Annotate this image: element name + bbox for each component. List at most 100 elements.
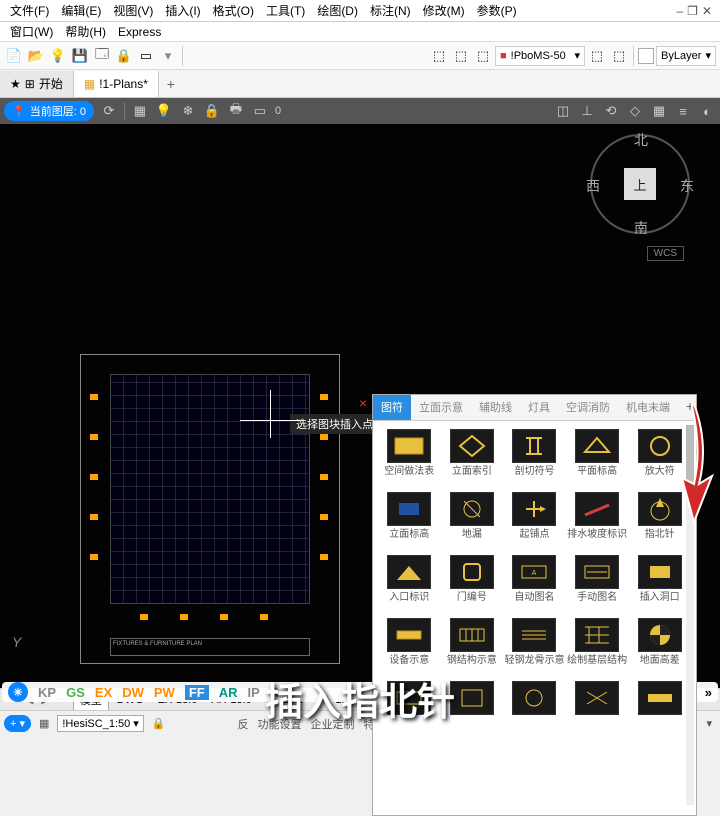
gear-icon[interactable]: ✳ (8, 682, 28, 702)
snap-icon[interactable]: ◫ (554, 102, 572, 120)
lineweight-icon[interactable]: ≡ (674, 102, 692, 120)
lock-icon[interactable]: 🔒 (114, 46, 134, 66)
symbol-item[interactable]: 剖切符号 (504, 429, 565, 488)
symbol-item[interactable]: 设备示意 (379, 618, 440, 677)
symbol-item[interactable]: 钢结构示意 (442, 618, 503, 677)
bylayer-select[interactable]: ByLayer▾ (656, 46, 716, 66)
symbol-item[interactable]: A自动图名 (504, 555, 565, 614)
status-btn[interactable]: 企业定制 (307, 714, 359, 734)
menu-draw[interactable]: 绘图(D) (311, 2, 364, 19)
symbol-item[interactable]: 绘制基层结构 (567, 618, 628, 677)
panel-scrollbar[interactable] (686, 425, 694, 805)
kw-ar[interactable]: AR (219, 685, 238, 700)
viewcube-north[interactable]: 北 (634, 130, 648, 150)
kw-pw[interactable]: PW (154, 685, 175, 700)
menu-dim[interactable]: 标注(N) (364, 2, 417, 19)
menu-tools[interactable]: 工具(T) (260, 2, 311, 19)
kw-ip[interactable]: IP (248, 685, 260, 700)
symbol-item[interactable]: 立面标高 (379, 492, 440, 551)
layer-match-icon[interactable]: ⬚ (587, 46, 607, 66)
lock-icon[interactable]: 🔒 (148, 715, 170, 732)
menu-window[interactable]: 窗口(W) (4, 23, 59, 40)
menu-file[interactable]: 文件(F) (4, 2, 55, 19)
save-icon[interactable]: 💾 (70, 46, 90, 66)
bulb-icon[interactable]: 💡 (155, 102, 173, 120)
tab-plans[interactable]: ▦ !1-Plans* (74, 71, 159, 97)
new-icon[interactable]: 📄 (4, 46, 24, 66)
open-icon[interactable]: 📂 (26, 46, 46, 66)
minimize-icon[interactable]: – (676, 4, 683, 18)
status-mode-pill[interactable]: + ▾ (4, 715, 31, 732)
symbol-item[interactable]: 门编号 (442, 555, 503, 614)
bulb-icon[interactable]: 💡 (48, 46, 68, 66)
menu-express[interactable]: Express (112, 25, 167, 39)
polar-icon[interactable]: ⟲ (602, 102, 620, 120)
menu-param[interactable]: 参数(P) (471, 2, 523, 19)
symbol-item[interactable] (379, 681, 440, 740)
panel-tab-elevation[interactable]: 立面示意 (411, 395, 471, 420)
status-btn[interactable]: 功能设置 (254, 714, 306, 734)
symbol-item[interactable] (629, 681, 690, 740)
symbol-item[interactable]: 轻钢龙骨示意 (504, 618, 565, 677)
lock-icon[interactable]: 🔒 (203, 102, 221, 120)
layers-icon[interactable]: ⬚ (429, 46, 449, 66)
rect-icon[interactable]: ▭ (136, 46, 156, 66)
panel-tab-hvac[interactable]: 空调消防 (558, 395, 618, 420)
symbol-item[interactable]: 地面高差 (629, 618, 690, 677)
close-icon[interactable]: ✕ (702, 4, 712, 18)
kw-kp[interactable]: KP (38, 685, 56, 700)
chevron-down-icon[interactable]: ▾ (702, 715, 716, 732)
symbol-item[interactable]: 空间做法表 (379, 429, 440, 488)
tab-add-button[interactable]: + (159, 76, 183, 92)
menu-format[interactable]: 格式(O) (207, 2, 260, 19)
status-cursor-icon[interactable]: ▦ (35, 715, 53, 732)
symbol-item[interactable]: 放大符 (629, 429, 690, 488)
freeze-icon[interactable]: ❄ (179, 102, 197, 120)
kw-dw[interactable]: DW (122, 685, 144, 700)
kw-ff[interactable]: FF (185, 685, 209, 700)
restore-icon[interactable]: ❐ (687, 4, 698, 18)
layeriso-icon[interactable]: ⬚ (451, 46, 471, 66)
symbol-item[interactable]: 平面标高 (567, 429, 628, 488)
refresh-icon[interactable]: ⟳ (100, 102, 118, 120)
ortho-icon[interactable]: ⊥ (578, 102, 596, 120)
panel-tab-lighting[interactable]: 灯具 (520, 395, 558, 420)
model-viewport[interactable]: 上 北 南 东 西 WCS FIXTURES & FURNITURE PLAN … (0, 124, 720, 688)
viewcube-south[interactable]: 南 (634, 218, 648, 238)
print-icon[interactable]: 🗔 (92, 46, 112, 66)
menu-insert[interactable]: 插入(I) (159, 2, 206, 19)
chevron-down-icon[interactable]: ▾ (158, 46, 178, 66)
viewcube-west[interactable]: 西 (586, 176, 600, 196)
symbol-item[interactable]: 地漏 (442, 492, 503, 551)
symbol-item[interactable]: 排水坡度标识 (567, 492, 628, 551)
wcs-badge[interactable]: WCS (647, 246, 684, 261)
grid-icon[interactable]: ▦ (131, 102, 149, 120)
panel-tab-add[interactable]: + (686, 398, 694, 414)
symbol-item[interactable]: 入口标识 (379, 555, 440, 614)
plot-icon[interactable]: 🖶 (227, 102, 245, 120)
menu-edit[interactable]: 编辑(E) (55, 2, 107, 19)
rect-icon[interactable]: ▭ (251, 102, 269, 120)
symbol-item[interactable]: 立面索引 (442, 429, 503, 488)
tab-start[interactable]: ★ ⊞ 开始 (0, 71, 74, 97)
layer-filter-icon[interactable]: ⬚ (609, 46, 629, 66)
panel-close-icon[interactable]: × (359, 395, 367, 411)
layer-combo[interactable]: ■ !PboMS-50 ▾ (495, 46, 585, 66)
menu-help[interactable]: 帮助(H) (59, 23, 112, 40)
osnap-icon[interactable]: ◇ (626, 102, 644, 120)
kw-gs[interactable]: GS (66, 685, 85, 700)
panel-tab-symbols[interactable]: 图符 (373, 395, 411, 420)
symbol-item[interactable]: 手动图名 (567, 555, 628, 614)
symbol-item[interactable]: 指北针 (629, 492, 690, 551)
transparency-icon[interactable]: ◐ (698, 102, 716, 120)
symbol-item[interactable]: 起铺点 (504, 492, 565, 551)
symbol-item[interactable]: 插入洞口 (629, 555, 690, 614)
symbol-item[interactable] (442, 681, 503, 740)
panel-tab-guides[interactable]: 辅助线 (471, 395, 520, 420)
panel-tab-mep[interactable]: 机电末端 (618, 395, 678, 420)
kw-ex[interactable]: EX (95, 685, 112, 700)
menu-modify[interactable]: 修改(M) (417, 2, 471, 19)
annotation-scale[interactable]: !HesiSC_1:50 ▾ (57, 715, 143, 732)
viewcube-east[interactable]: 东 (680, 176, 694, 196)
symbol-item[interactable] (567, 681, 628, 740)
